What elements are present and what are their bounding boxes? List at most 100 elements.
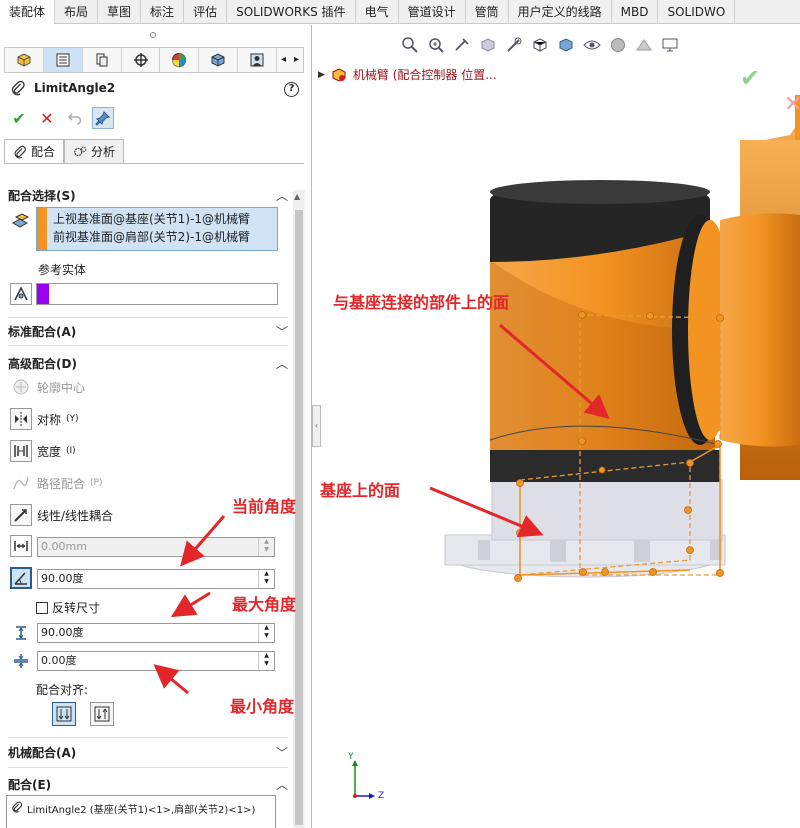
zoom-to-fit-icon[interactable] [400, 35, 420, 55]
min-angle-annotation: 最小角度 [230, 697, 295, 716]
tab-solidworks-more[interactable]: SOLIDWO [658, 0, 736, 24]
mate-selection-list[interactable]: 上视基准面@基座(关节1)-1@机械臂 前视基准面@肩部(关节2)-1@机械臂 [36, 207, 278, 251]
spin-arrows-icon[interactable]: ▲ ▼ [258, 570, 274, 588]
section-divider [8, 737, 288, 738]
profile-center-option[interactable]: 轮廓中心 [10, 376, 85, 398]
feature-manager-tab[interactable] [5, 48, 44, 72]
graphics-viewport[interactable] [321, 25, 800, 828]
anti-aligned-icon [94, 706, 110, 722]
anti-aligned-button[interactable] [90, 702, 114, 726]
tab-sketch[interactable]: 草图 [98, 0, 142, 24]
cancel-button[interactable]: ✕ [36, 107, 58, 129]
paperclip-icon [12, 801, 23, 813]
path-mate-option[interactable]: 路径配合 (P) [10, 472, 102, 494]
collapse-chevron-icon[interactable]: ︿ [276, 187, 288, 204]
dynamic-annotation-icon[interactable] [504, 35, 524, 55]
hide-show-items-icon[interactable] [582, 35, 602, 55]
tab-annotation[interactable]: 标注 [141, 0, 185, 24]
width-option[interactable]: 宽度 (I) [10, 440, 76, 462]
reference-entity-field[interactable] [36, 283, 278, 305]
view-settings-icon[interactable] [660, 35, 680, 55]
checkbox-box[interactable] [36, 601, 48, 614]
tab-evaluate[interactable]: 评估 [184, 0, 228, 24]
confirm-corner-ok-icon[interactable]: ✔ [740, 64, 760, 92]
mate-selection-header[interactable]: 配合选择(S) ︿ [8, 187, 288, 204]
standard-mates-header[interactable]: 标准配合(A) ﹀ [8, 323, 288, 340]
angle-limit-button[interactable] [10, 567, 32, 589]
user-manager-tab[interactable] [238, 48, 278, 72]
manager-icon-bar: ◂ ▸ [4, 47, 304, 73]
width-label: 宽度 [37, 444, 62, 459]
feature-tree-flyout[interactable]: ▶ 机械臂 (配合控制器 位置... [318, 66, 497, 83]
cam-manager-tab[interactable] [199, 48, 239, 72]
mates-header[interactable]: 配合(E) ︿ [8, 776, 288, 793]
expand-chevron-icon[interactable]: ﹀ [276, 744, 288, 761]
scroll-right-icon[interactable]: ▸ [290, 48, 303, 72]
expand-tree-icon[interactable]: ▶ [318, 70, 325, 80]
list-item[interactable]: LimitAngle2 (基座(关节1)<1>,肩部(关节2)<1>) [27, 801, 255, 828]
path-mate-shortcut: (P) [90, 478, 103, 488]
spin-arrows-icon[interactable]: ▲ ▼ [258, 624, 274, 642]
tab-piping[interactable]: 管道设计 [399, 0, 466, 24]
reference-entity-button[interactable] [10, 283, 32, 305]
tab-tubing[interactable]: 管筒 [466, 0, 509, 24]
section-view-icon[interactable] [478, 35, 498, 55]
zoom-area-icon[interactable] [426, 35, 446, 55]
tab-user-routing[interactable]: 用户定义的线路 [509, 0, 612, 24]
tab-electrical[interactable]: 电气 [356, 0, 399, 24]
tab-layout[interactable]: 布局 [55, 0, 99, 24]
keep-visible-button[interactable] [92, 107, 114, 129]
tab-analysis[interactable]: 分析 [64, 139, 125, 163]
selection-color-bar [37, 208, 47, 250]
panel-grip[interactable] [150, 32, 156, 38]
tab-solidworks-addins[interactable]: SOLIDWORKS 插件 [227, 0, 356, 24]
ok-button[interactable]: ✔ [8, 107, 30, 129]
min-value-icon [10, 650, 32, 672]
property-manager-tab[interactable] [43, 48, 83, 72]
flip-dimension-checkbox[interactable]: 反转尺寸 [36, 599, 100, 616]
collapse-chevron-icon[interactable]: ︿ [276, 355, 288, 372]
section-divider [8, 317, 288, 318]
mechanical-mates-header[interactable]: 机械配合(A) ﹀ [8, 744, 288, 761]
previous-view-icon[interactable] [452, 35, 472, 55]
mates-list[interactable]: LimitAngle2 (基座(关节1)<1>,肩部(关节2)<1>) [6, 795, 276, 828]
panel-splitter[interactable]: ‹ [312, 405, 321, 447]
linear-coupler-option[interactable]: 线性/线性耦合 [10, 504, 113, 526]
configuration-manager-tab[interactable] [83, 48, 122, 72]
current-angle-field[interactable]: 90.00度 ▲ ▼ [37, 569, 275, 589]
triad-z-label: Z [378, 791, 385, 801]
paperclip-icon [14, 145, 26, 158]
confirm-corner-cancel-icon[interactable]: ✕ [784, 92, 800, 117]
max-angle-annotation: 最大角度 [232, 595, 297, 614]
symmetric-option[interactable]: 对称 (Y) [10, 408, 79, 430]
collapse-chevron-icon[interactable]: ︿ [276, 776, 288, 793]
color-wheel-icon [172, 53, 187, 67]
list-item[interactable]: 上视基准面@基座(关节1)-1@机械臂 [53, 210, 277, 228]
view-orientation-icon[interactable] [530, 35, 550, 55]
dimxpert-manager-tab[interactable] [122, 48, 161, 72]
tree-root-label[interactable]: 机械臂 (配合控制器 位置... [353, 66, 497, 83]
scroll-left-icon[interactable]: ◂ [277, 48, 290, 72]
expand-chevron-icon[interactable]: ﹀ [276, 323, 288, 340]
edit-appearance-icon[interactable] [608, 35, 628, 55]
advanced-mates-header[interactable]: 高级配合(D) ︿ [8, 355, 288, 372]
reference-entity-label: 参考实体 [38, 263, 87, 277]
display-style-icon[interactable] [556, 35, 576, 55]
apply-scene-icon[interactable] [634, 35, 654, 55]
scroll-up-icon[interactable]: ▲ [294, 192, 300, 201]
tab-mbd[interactable]: MBD [612, 0, 659, 24]
max-angle-field[interactable]: 90.00度 ▲ ▼ [37, 623, 275, 643]
tab-mates[interactable]: 配合 [4, 139, 65, 163]
list-item[interactable]: 前视基准面@肩部(关节2)-1@机械臂 [53, 228, 277, 246]
distance-limit-icon [10, 535, 32, 557]
tab-assembly[interactable]: 装配体 [0, 0, 56, 24]
scrollbar-thumb[interactable] [295, 210, 303, 825]
help-icon[interactable]: ? [284, 82, 299, 97]
min-angle-field[interactable]: 0.00度 ▲ ▼ [37, 651, 275, 671]
subtab-divider [4, 163, 304, 164]
undo-button[interactable] [64, 107, 86, 129]
spin-arrows-icon[interactable]: ▲ ▼ [258, 652, 274, 670]
display-manager-tab[interactable] [160, 48, 200, 72]
aligned-button[interactable] [52, 702, 76, 726]
property-list-icon [56, 53, 70, 67]
